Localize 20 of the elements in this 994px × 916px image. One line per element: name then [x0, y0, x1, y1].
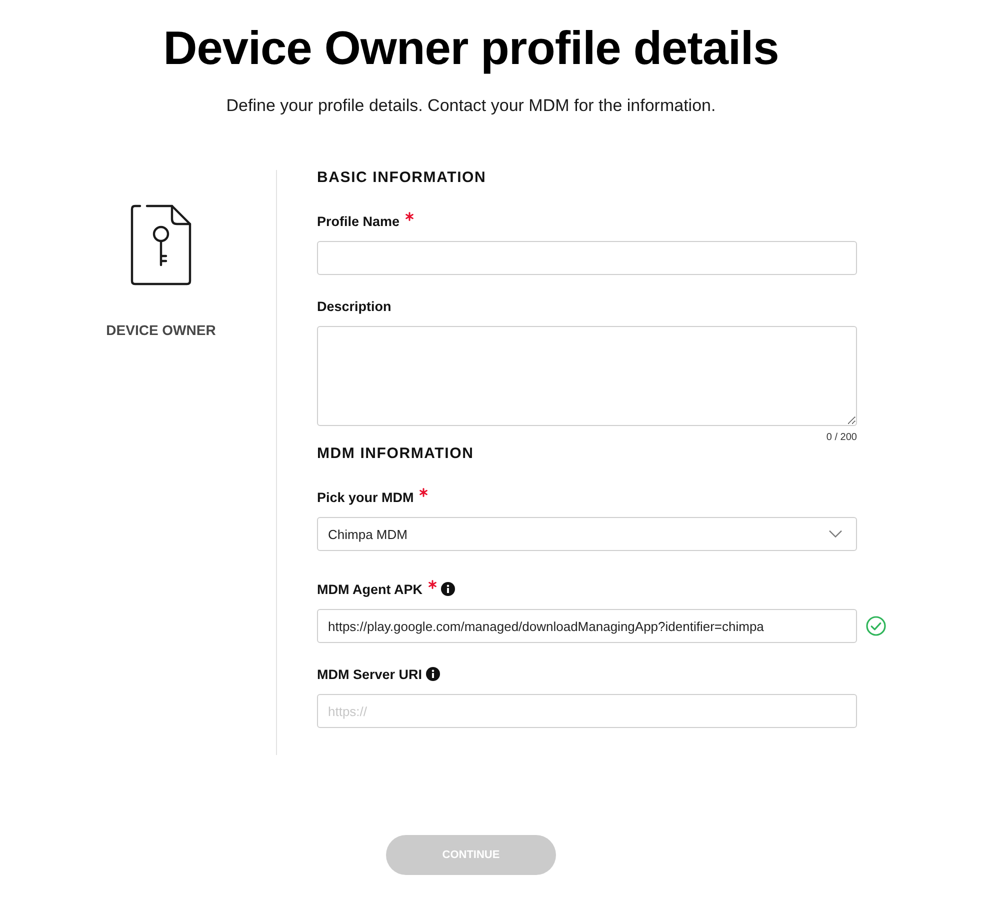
- field-label: Pick your MDM: [317, 490, 414, 504]
- text-input[interactable]: https://: [317, 694, 857, 728]
- document-key-icon: [130, 204, 192, 286]
- field-label: Profile Name: [317, 214, 400, 228]
- character-counter: 0 / 200: [825, 432, 857, 444]
- section-heading: MDM INFORMATION: [317, 446, 475, 462]
- page-subtitle: Define your profile details. Contact your MDM for the information.: [226, 95, 716, 117]
- field-label: Description: [317, 298, 392, 314]
- field-label: MDM Server URI: [317, 666, 422, 682]
- text-input[interactable]: https://play.google.com/managed/downloadManagingApp?identifier=chimpa: [317, 609, 857, 643]
- chevron-down-icon: [829, 530, 842, 538]
- text-input[interactable]: [317, 241, 857, 275]
- section-heading: BASIC INFORMATION: [317, 170, 488, 186]
- field-label: MDM Agent APK: [317, 582, 422, 596]
- profile-type-label: DEVICE OWNER: [106, 321, 216, 339]
- info-icon[interactable]: [440, 582, 454, 596]
- info-icon[interactable]: [426, 667, 440, 681]
- textarea-field[interactable]: [317, 326, 857, 426]
- page-title: Device Owner profile details: [163, 22, 779, 74]
- select-field[interactable]: Chimpa MDM: [317, 517, 857, 551]
